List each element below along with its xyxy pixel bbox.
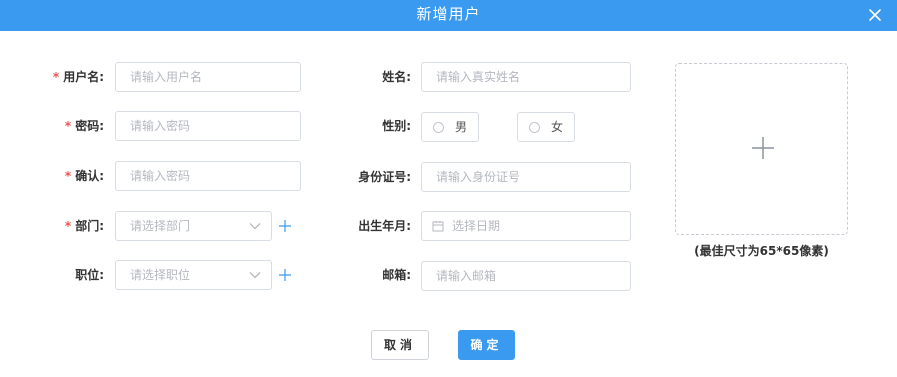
cancel-button[interactable]: 取消 xyxy=(371,330,429,360)
username-label-text: 用户名: xyxy=(63,70,104,84)
username-input[interactable]: 请输入用户名 xyxy=(115,62,301,92)
avatar-upload[interactable] xyxy=(675,63,848,235)
password-input[interactable]: 请输入密码 xyxy=(115,111,301,141)
department-select[interactable]: 请选择部门 xyxy=(115,211,272,241)
close-icon[interactable] xyxy=(867,7,883,23)
realname-label: 姓名: xyxy=(330,63,411,91)
gender-label: 性别: xyxy=(330,112,411,140)
radio-label-female: 女 xyxy=(551,120,564,134)
department-label-text: 部门: xyxy=(75,219,104,233)
password-placeholder: 请输入密码 xyxy=(130,119,191,133)
confirm-placeholder: 请输入密码 xyxy=(130,169,191,183)
position-placeholder: 请选择职位 xyxy=(130,268,191,282)
birth-placeholder: 选择日期 xyxy=(452,219,501,233)
idcard-placeholder: 请输入身份证号 xyxy=(436,170,521,184)
radio-circle xyxy=(433,122,444,133)
confirm-password-input[interactable]: 请输入密码 xyxy=(115,161,301,191)
chevron-down-icon xyxy=(249,272,261,279)
idcard-label-text: 身份证号: xyxy=(358,170,411,184)
confirm-button[interactable]: 确定 xyxy=(458,330,515,360)
dialog-header: 新增用户 xyxy=(0,0,897,31)
avatar-size-hint: (最佳尺寸为65*65像素) xyxy=(694,244,829,258)
username-placeholder: 请输入用户名 xyxy=(130,70,203,84)
password-label: * 密码: xyxy=(40,112,104,140)
idcard-input[interactable]: 请输入身份证号 xyxy=(421,162,631,192)
radio-label-male: 男 xyxy=(455,120,468,134)
idcard-label: 身份证号: xyxy=(330,163,411,191)
gender-label-text: 性别: xyxy=(382,119,411,133)
email-label: 邮箱: xyxy=(330,261,411,289)
department-label: * 部门: xyxy=(40,212,104,240)
add-position-plus-icon[interactable] xyxy=(278,268,292,282)
position-label-text: 职位: xyxy=(75,268,104,282)
birth-label-text: 出生年月: xyxy=(358,219,411,233)
chevron-down-icon xyxy=(249,223,261,230)
confirm-label-text: 确认: xyxy=(75,169,104,183)
username-label: * 用户名: xyxy=(40,63,104,91)
confirm-password-label: * 确认: xyxy=(40,162,104,190)
realname-input[interactable]: 请输入真实姓名 xyxy=(421,62,631,92)
email-placeholder: 请输入邮箱 xyxy=(436,269,497,283)
department-placeholder: 请选择部门 xyxy=(130,219,191,233)
realname-placeholder: 请输入真实姓名 xyxy=(436,70,521,84)
gender-radio-male[interactable]: 男 xyxy=(421,112,479,142)
gender-radio-female[interactable]: 女 xyxy=(517,112,575,142)
required-mark: * xyxy=(64,219,72,233)
birth-label: 出生年月: xyxy=(330,212,411,240)
birth-date-picker[interactable]: 选择日期 xyxy=(421,211,631,241)
required-mark: * xyxy=(64,169,72,183)
plus-icon xyxy=(752,137,774,159)
radio-circle xyxy=(529,122,540,133)
position-label: 职位: xyxy=(40,261,104,289)
required-mark: * xyxy=(52,70,60,84)
email-input[interactable]: 请输入邮箱 xyxy=(421,261,631,291)
position-select[interactable]: 请选择职位 xyxy=(115,260,272,290)
add-user-dialog: 新增用户 * 用户名: 请输入用户名 * 密码: 请输入密码 * 确认: 请输入密码 … xyxy=(0,0,897,377)
realname-label-text: 姓名: xyxy=(382,70,411,84)
required-mark: * xyxy=(64,119,72,133)
calendar-icon xyxy=(432,221,444,232)
password-label-text: 密码: xyxy=(75,119,104,133)
email-label-text: 邮箱: xyxy=(382,268,411,282)
add-department-plus-icon[interactable] xyxy=(278,219,292,233)
dialog-title: 新增用户 xyxy=(416,5,481,23)
